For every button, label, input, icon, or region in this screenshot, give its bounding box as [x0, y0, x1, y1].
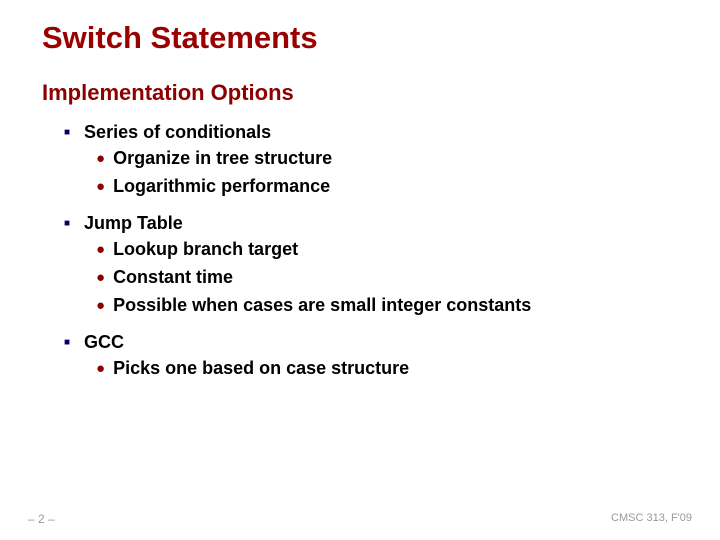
slide-title: Switch Statements — [42, 20, 678, 56]
dot-bullet-icon: ● — [96, 294, 105, 317]
list-item: ■ Jump Table ● Lookup branch target ● Co… — [64, 211, 678, 320]
sub-text: Lookup branch target — [113, 236, 298, 264]
list-item: ■ Series of conditionals ● Organize in t… — [64, 120, 678, 201]
sub-text: Constant time — [113, 264, 233, 292]
bullet-list: ■ Series of conditionals ● Organize in t… — [64, 120, 678, 383]
item-head: ■ Jump Table — [64, 211, 678, 236]
item-head: ■ GCC — [64, 330, 678, 355]
page-number: – 2 – — [28, 512, 55, 526]
dot-bullet-icon: ● — [96, 266, 105, 289]
item-head: ■ Series of conditionals — [64, 120, 678, 145]
dot-bullet-icon: ● — [96, 175, 105, 198]
course-label: CMSC 313, F'09 — [611, 512, 692, 526]
sub-item: ● Constant time — [96, 264, 678, 292]
square-bullet-icon: ■ — [64, 126, 70, 140]
sub-text: Organize in tree structure — [113, 145, 332, 173]
sub-item: ● Picks one based on case structure — [96, 355, 678, 383]
sub-text: Possible when cases are small integer co… — [113, 292, 531, 320]
footer: – 2 – CMSC 313, F'09 — [0, 512, 720, 526]
slide: Switch Statements Implementation Options… — [0, 0, 720, 540]
item-text: GCC — [84, 330, 124, 355]
section-heading: Implementation Options — [42, 80, 678, 106]
dot-bullet-icon: ● — [96, 238, 105, 261]
dot-bullet-icon: ● — [96, 357, 105, 380]
list-item: ■ GCC ● Picks one based on case structur… — [64, 330, 678, 383]
item-text: Series of conditionals — [84, 120, 271, 145]
sub-text: Picks one based on case structure — [113, 355, 409, 383]
sub-item: ● Lookup branch target — [96, 236, 678, 264]
square-bullet-icon: ■ — [64, 336, 70, 350]
square-bullet-icon: ■ — [64, 217, 70, 231]
sub-item: ● Logarithmic performance — [96, 173, 678, 201]
sub-item: ● Organize in tree structure — [96, 145, 678, 173]
sub-text: Logarithmic performance — [113, 173, 330, 201]
sub-item: ● Possible when cases are small integer … — [96, 292, 678, 320]
dot-bullet-icon: ● — [96, 147, 105, 170]
item-text: Jump Table — [84, 211, 183, 236]
